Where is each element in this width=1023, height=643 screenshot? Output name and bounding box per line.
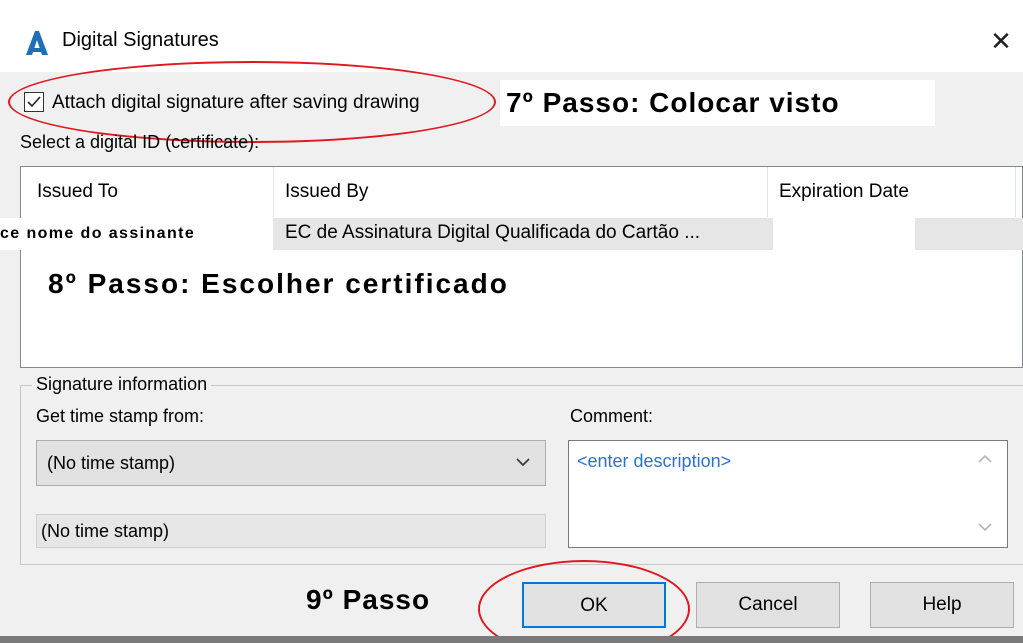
- annotation-ellipse-step7: [8, 61, 496, 143]
- select-certificate-label: Select a digital ID (certificate):: [20, 132, 260, 152]
- time-stamp-field: (No time stamp): [36, 514, 546, 548]
- cell-issued-by[interactable]: EC de Assinatura Digital Qualificada do …: [285, 222, 700, 244]
- time-stamp-label: Get time stamp from:: [36, 406, 205, 426]
- scroll-down-icon[interactable]: [977, 521, 993, 533]
- comment-scrollbar[interactable]: [967, 441, 1007, 547]
- digital-signatures-dialog: Digital Signatures ✕ Attach digital sign…: [0, 0, 1023, 643]
- comment-label: Comment:: [570, 406, 654, 426]
- cancel-button[interactable]: Cancel: [696, 582, 840, 628]
- annotation-step7: 7º Passo: Colocar visto: [500, 80, 935, 126]
- dialog-bottom-border: [0, 636, 1023, 643]
- table-row-expiration-cell[interactable]: [915, 218, 1023, 250]
- annotation-step8: 8º Passo: Escolher certificado: [48, 268, 509, 299]
- column-header-issued-to[interactable]: Issued To: [37, 167, 118, 217]
- time-stamp-select[interactable]: (No time stamp): [36, 440, 546, 486]
- close-button[interactable]: ✕: [986, 26, 1016, 56]
- column-divider: [767, 167, 768, 217]
- annotation-signer-name: ce nome do assinante: [0, 218, 272, 250]
- certificate-list[interactable]: Issued To Issued By Expiration Date EC d…: [20, 166, 1023, 368]
- column-divider: [1015, 167, 1016, 217]
- group-title: Signature information: [32, 374, 212, 395]
- window-title: Digital Signatures: [62, 29, 219, 51]
- help-button[interactable]: Help: [870, 582, 1014, 628]
- time-stamp-value: (No time stamp): [41, 521, 170, 541]
- comment-textarea[interactable]: <enter description>: [568, 440, 1008, 548]
- chevron-down-icon: [516, 458, 530, 467]
- column-header-issued-by[interactable]: Issued By: [285, 167, 369, 217]
- scroll-up-icon[interactable]: [977, 453, 993, 465]
- annotation-ellipse-ok: [478, 560, 690, 643]
- comment-placeholder[interactable]: <enter description>: [577, 451, 731, 472]
- annotation-step9: 9º Passo: [306, 584, 431, 615]
- column-header-expiration-date[interactable]: Expiration Date: [779, 167, 909, 217]
- autocad-a-icon: [24, 30, 50, 56]
- column-divider: [273, 167, 274, 217]
- time-stamp-selected-value: (No time stamp): [47, 453, 176, 473]
- title-bar: Digital Signatures ✕: [0, 0, 1023, 72]
